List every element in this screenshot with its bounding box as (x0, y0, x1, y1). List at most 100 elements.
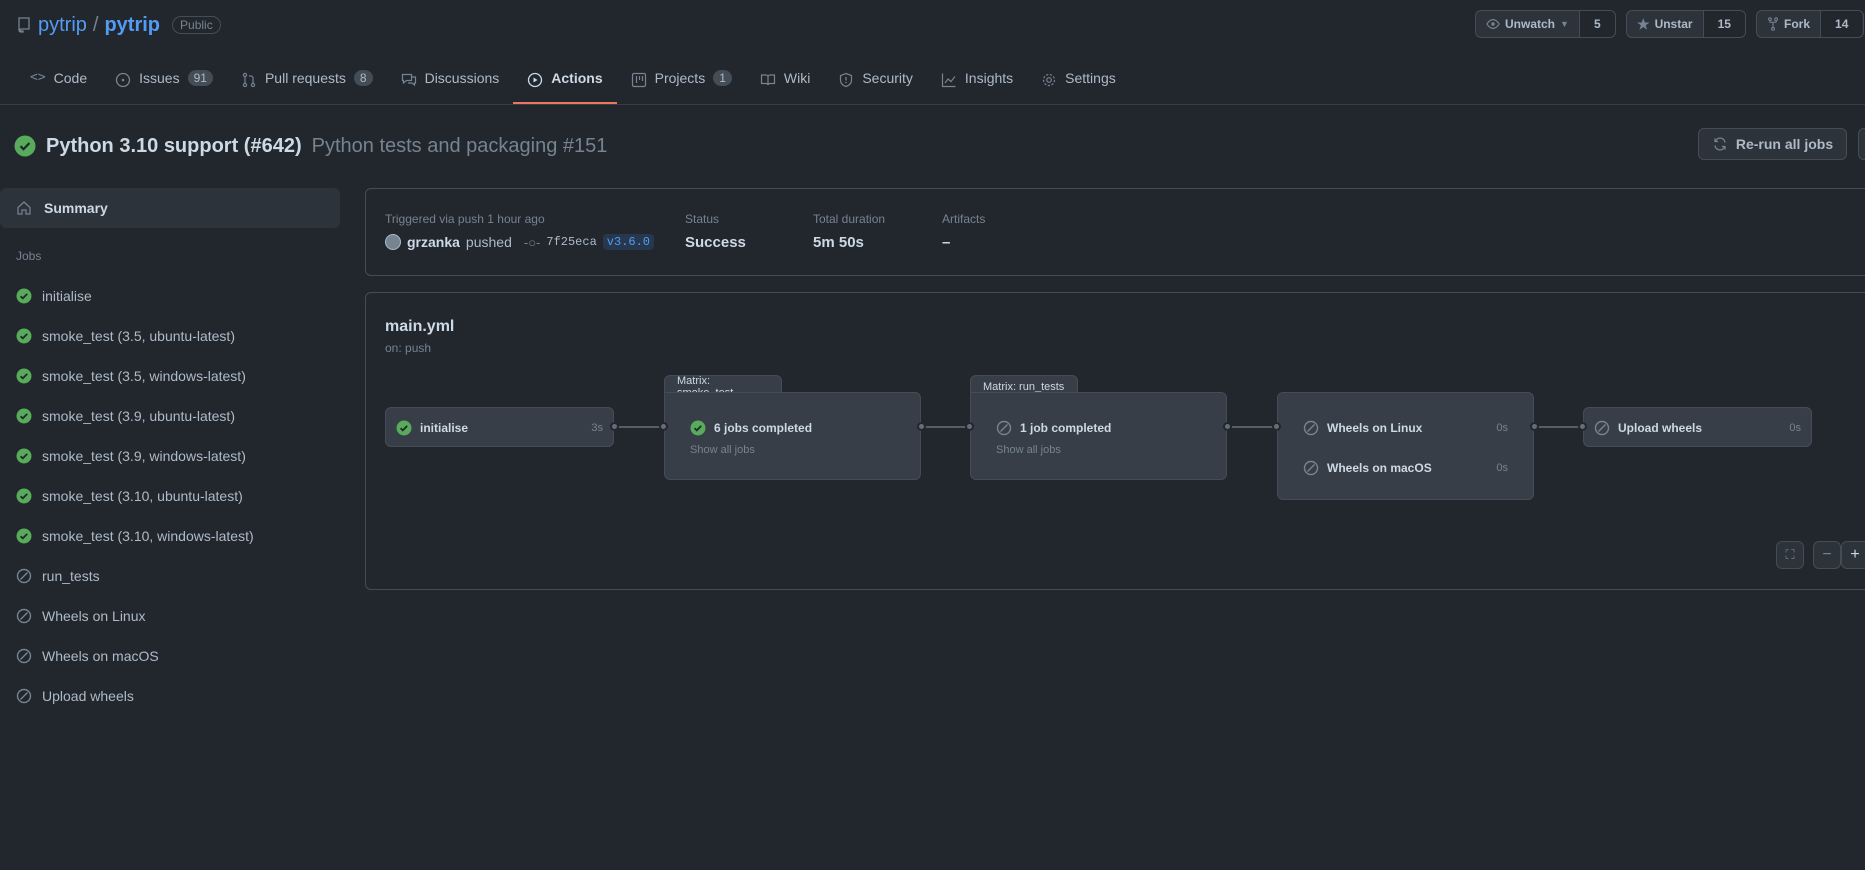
sidebar-job-item[interactable]: smoke_test (3.10, windows-latest) (0, 516, 340, 556)
sidebar-job-item[interactable]: smoke_test (3.9, windows-latest) (0, 436, 340, 476)
graph-node-initialise[interactable]: initialise 3s (385, 407, 614, 447)
tab-pull-requests[interactable]: Pull requests 8 (227, 62, 387, 104)
trigger-details: grzanka pushed -○- 7f25eca v3.6.0 (385, 234, 655, 250)
run-title-row: Python 3.10 support (#642) Python tests … (14, 132, 607, 160)
repo-name-link[interactable]: pytrip (104, 14, 160, 37)
tab-label: Actions (551, 70, 603, 86)
node-duration: 3s (591, 422, 603, 434)
check-circle-fill-icon (396, 420, 412, 436)
workflow-run-name: Python tests and packaging #151 (311, 134, 608, 157)
tab-settings[interactable]: Settings (1027, 62, 1130, 104)
graph-node-smoke-test[interactable]: 6 jobs completed Show all jobs (664, 392, 921, 480)
check-circle-fill-icon (16, 288, 32, 304)
graph-edge (1534, 426, 1583, 428)
tab-actions[interactable]: Actions (513, 62, 617, 104)
node-label: Wheels on Linux (1327, 421, 1423, 435)
show-all-jobs-link[interactable]: Show all jobs (971, 436, 1226, 456)
fork-count[interactable]: 14 (1820, 11, 1863, 37)
watch-button[interactable]: Unwatch ▼ (1476, 11, 1579, 37)
artifacts-label: Artifacts (942, 212, 986, 226)
tab-label: Pull requests (264, 70, 346, 86)
workflow-file-name[interactable]: main.yml (385, 318, 454, 336)
artifacts-value: – (942, 234, 951, 251)
watch-count[interactable]: 5 (1578, 11, 1615, 37)
graph-port (659, 422, 668, 431)
sidebar-item-summary[interactable]: Summary (0, 188, 340, 228)
node-duration: 0s (1496, 462, 1508, 474)
graph-node-run-tests[interactable]: 1 job completed Show all jobs (970, 392, 1227, 480)
unstar-button[interactable]: ★ Unstar (1627, 11, 1703, 37)
sidebar-job-item[interactable]: smoke_test (3.5, windows-latest) (0, 356, 340, 396)
workflow-graph-card: main.yml on: push initialise 3s Matrix: … (365, 292, 1865, 590)
tab-discussions[interactable]: Discussions (387, 62, 514, 104)
check-circle-fill-icon (16, 328, 32, 344)
tab-security[interactable]: Security (824, 62, 927, 104)
tab-code[interactable]: <> Code (16, 62, 101, 104)
node-label: initialise (420, 421, 469, 435)
tag-badge[interactable]: v3.6.0 (602, 234, 655, 250)
unstar-label: Unstar (1654, 17, 1693, 31)
skip-icon (16, 568, 32, 584)
zoom-in-button[interactable]: + (1841, 541, 1865, 569)
sync-icon (1714, 137, 1726, 151)
plus-icon: + (1850, 546, 1860, 563)
rerun-all-jobs-button[interactable]: Re-run all jobs (1698, 128, 1847, 160)
repo-nav-tabs: <> Code Issues 91 Pull requests 8 Discus… (16, 62, 1130, 104)
repo-icon (18, 17, 30, 33)
graph-port (1530, 422, 1539, 431)
star-count[interactable]: 15 (1702, 11, 1745, 37)
repo-owner-link[interactable]: pytrip (38, 14, 87, 37)
skip-icon (16, 688, 32, 704)
node-label: 1 job completed (1020, 421, 1112, 435)
sidebar-job-item[interactable]: smoke_test (3.10, ubuntu-latest) (0, 476, 340, 516)
graph-job-wheels-linux[interactable]: Wheels on Linux 0s (1278, 393, 1533, 436)
pull-request-icon (242, 72, 256, 88)
fullscreen-button[interactable]: ⛶ (1776, 541, 1804, 569)
sidebar-job-item[interactable]: Wheels on Linux (0, 596, 340, 636)
check-circle-fill-icon (16, 408, 32, 424)
tab-label: Insights (964, 70, 1014, 86)
repo-header: pytrip / pytrip Public (16, 12, 221, 38)
avatar[interactable] (385, 234, 401, 250)
tab-issues[interactable]: Issues 91 (101, 62, 227, 104)
trigger-label: Triggered via push 1 hour ago (385, 212, 545, 226)
more-options-button[interactable] (1858, 128, 1865, 160)
skip-icon (996, 420, 1012, 436)
fork-button[interactable]: Fork (1757, 11, 1820, 37)
job-label: Wheels on Linux (42, 608, 146, 624)
tab-projects[interactable]: Projects 1 (617, 62, 746, 104)
commit-sha-link[interactable]: 7f25eca (546, 235, 596, 249)
actor-link[interactable]: grzanka (407, 234, 460, 250)
sidebar-job-item[interactable]: run_tests (0, 556, 340, 596)
show-all-jobs-link[interactable]: Show all jobs (665, 436, 920, 456)
commit-icon: -○- (523, 234, 541, 250)
tab-wiki[interactable]: Wiki (746, 62, 824, 104)
tab-label: Security (862, 70, 913, 86)
summary-label: Summary (44, 200, 108, 216)
visibility-badge: Public (172, 16, 221, 34)
pull-requests-count: 8 (353, 70, 373, 86)
node-duration: 0s (1789, 422, 1801, 434)
sidebar-job-item[interactable]: Wheels on macOS (0, 636, 340, 676)
graph-port (917, 422, 926, 431)
sidebar-job-item[interactable]: smoke_test (3.9, ubuntu-latest) (0, 396, 340, 436)
code-icon: <> (30, 70, 46, 85)
sidebar-job-item[interactable]: Upload wheels (0, 676, 340, 716)
graph-job-wheels-macos[interactable]: Wheels on macOS 0s (1278, 436, 1533, 476)
job-label: smoke_test (3.5, windows-latest) (42, 368, 246, 384)
projects-count: 1 (713, 70, 732, 86)
chevron-down-icon: ▼ (1560, 19, 1569, 29)
zoom-out-button[interactable]: − (1813, 541, 1841, 569)
home-icon (17, 201, 31, 215)
check-circle-fill-icon (16, 528, 32, 544)
check-circle-fill-icon (16, 368, 32, 384)
sidebar-job-item[interactable]: initialise (0, 276, 340, 316)
graph-node-upload-wheels[interactable]: Upload wheels 0s (1583, 407, 1812, 447)
tab-insights[interactable]: Insights (927, 62, 1027, 104)
tab-label: Code (53, 70, 88, 86)
issues-count: 91 (187, 70, 213, 86)
gear-icon (1043, 73, 1056, 87)
sidebar-job-item[interactable]: smoke_test (3.5, ubuntu-latest) (0, 316, 340, 356)
tab-label: Wiki (783, 70, 811, 86)
check-circle-fill-icon (14, 135, 36, 157)
